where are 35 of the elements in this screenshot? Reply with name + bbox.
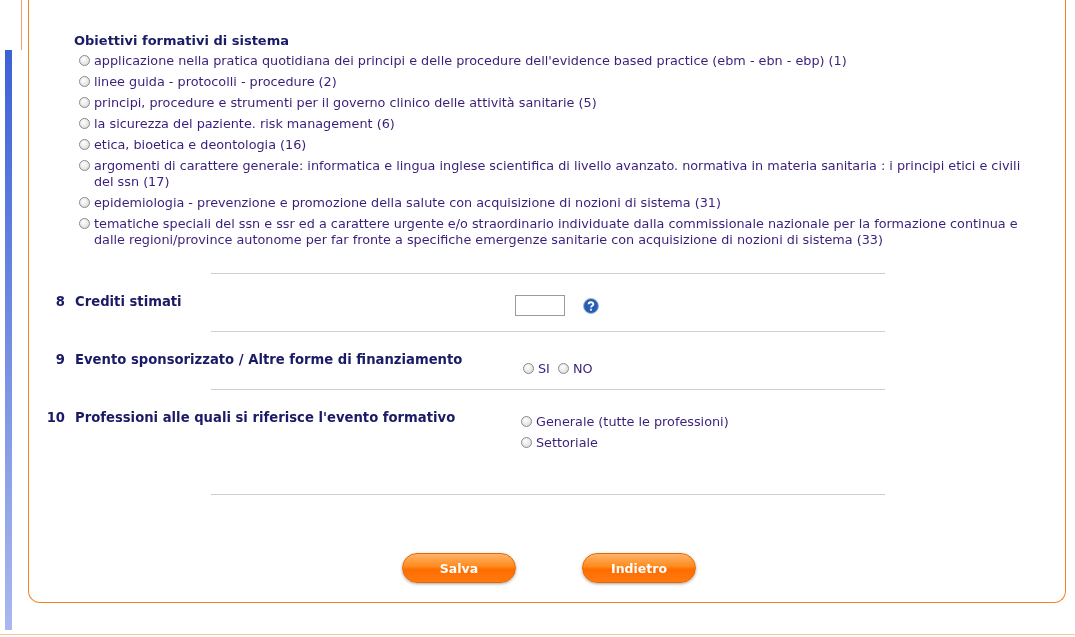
option-label: argomenti di carattere generale: informatica e lingua inglese scientifica di livello avanzato. normativa in materia sanitaria : i principi etici e civili del ssn (17)	[94, 158, 1022, 190]
option-label: la sicurezza del paziente. risk management (6)	[94, 116, 395, 132]
option-label: tematiche speciali del ssn e ssr ed a carattere urgente e/o straordinario individuate dalla commissionale nazionale per la formazione continua e dalle regioni/province autonome per far fronte a specifiche emergenze sanitarie con acquisizione di nozioni di sistema (33)	[94, 216, 1019, 248]
option-label: principi, procedure e strumenti per il governo clinico delle attività sanitarie (5)	[94, 95, 597, 111]
radio-button[interactable]	[79, 197, 90, 208]
radio-button[interactable]	[79, 218, 90, 229]
form-button[interactable]: Salva	[402, 553, 516, 583]
help-icon[interactable]	[583, 297, 599, 314]
field-number: 9	[54, 351, 65, 369]
option-label: applicazione nella pratica quotidiana dei principi e delle procedure dell'evidence based practice (ebm - ebn - ebp) (1)	[94, 53, 847, 69]
field-label: Crediti stimati	[74, 293, 183, 311]
radio-button[interactable]	[79, 160, 90, 171]
option-label: linee guida - protocolli - procedure (2)	[94, 74, 337, 90]
form-button[interactable]: Indietro	[582, 553, 696, 583]
option-label: epidemiologia - prevenzione e promozione della salute con acquisizione di nozioni di sistema (31)	[94, 195, 721, 211]
option-label: Generale (tutte le professioni)	[536, 414, 729, 429]
field-label: Professioni alle quali si riferisce l'evento formativo	[74, 409, 457, 427]
radio-button[interactable]	[521, 437, 532, 448]
field-number: 8	[54, 293, 65, 311]
radio-button[interactable]	[557, 363, 569, 374]
radio-button[interactable]	[521, 416, 532, 427]
option-label: NO	[572, 361, 593, 376]
radio-button[interactable]	[79, 139, 90, 150]
radio-button[interactable]	[523, 363, 534, 374]
input-field[interactable]	[515, 295, 565, 316]
radio-button[interactable]	[79, 118, 90, 129]
field-number: 10	[45, 409, 65, 427]
option-label: SI	[538, 361, 550, 376]
radio-button[interactable]	[79, 55, 90, 66]
radio-button[interactable]	[79, 97, 90, 108]
option-label: Settoriale	[536, 435, 598, 450]
field-label: Evento sponsorizzato / Altre forme di finanziamento	[74, 351, 464, 369]
section-title: Obiettivi formativi di sistema	[74, 33, 290, 48]
radio-button[interactable]	[79, 76, 90, 87]
option-label: etica, bioetica e deontologia (16)	[94, 137, 307, 153]
